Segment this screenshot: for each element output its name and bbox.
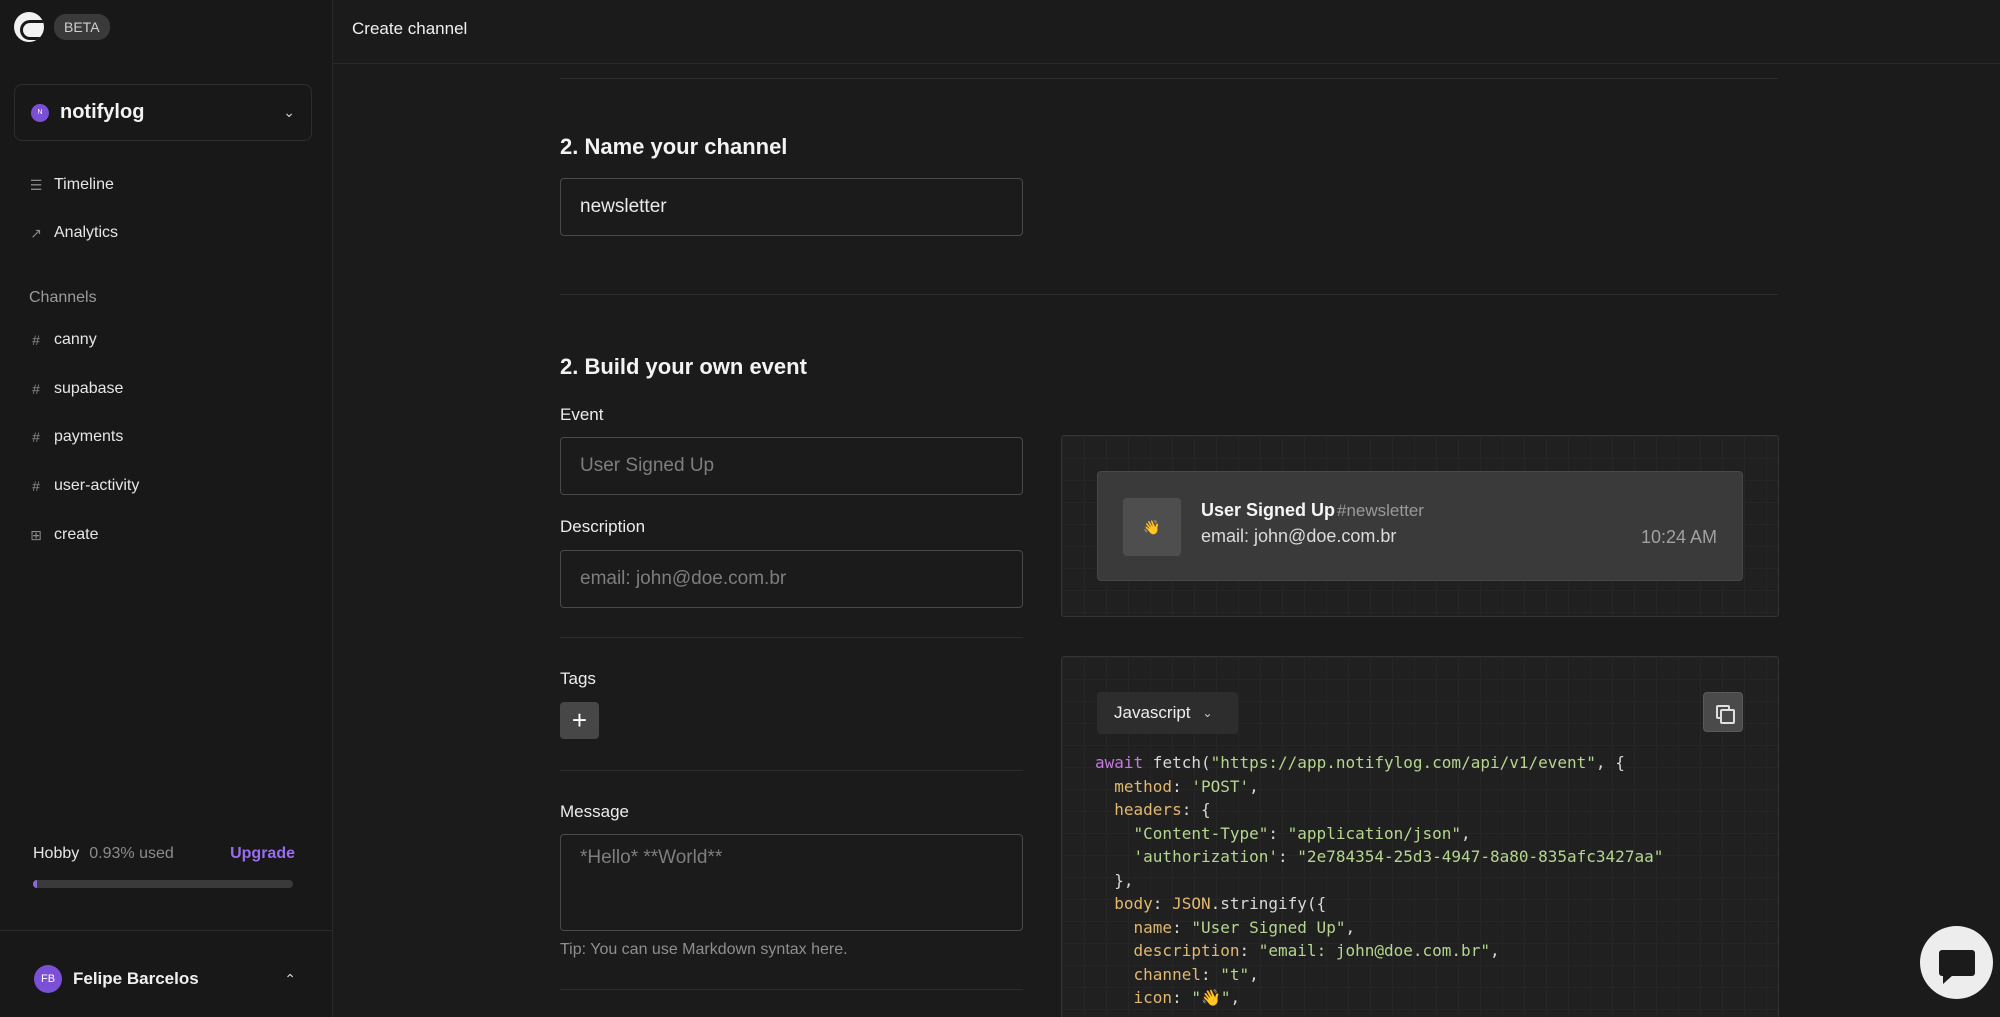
channels-heading: Channels	[29, 289, 97, 306]
sidebar-item-label: create	[54, 526, 99, 543]
plus-square-icon: ⊞	[30, 526, 42, 543]
event-preview-card: 👋 User Signed Up #newsletter email: john…	[1097, 471, 1743, 581]
sidebar-item-label: Analytics	[54, 224, 119, 241]
plan-name: Hobby	[33, 845, 80, 862]
copy-button[interactable]	[1703, 692, 1743, 732]
beta-badge: BETA	[54, 14, 110, 40]
sidebar-item-user-activity[interactable]: # user-activity	[28, 477, 139, 495]
layers-icon: ☰	[29, 176, 43, 193]
brand: BETA	[14, 12, 110, 42]
copy-icon	[1716, 705, 1735, 724]
message-label: Message	[560, 802, 629, 821]
chat-launcher-button[interactable]	[1920, 926, 1993, 999]
code-snippet[interactable]: await fetch("https://app.notifylog.com/a…	[1095, 751, 1663, 1010]
event-channel: #newsletter	[1337, 501, 1424, 520]
header: Create channel	[333, 0, 2000, 64]
hash-icon: #	[32, 478, 40, 494]
event-title: User Signed Up	[1201, 500, 1336, 520]
sidebar-item-label: payments	[54, 428, 124, 445]
message-textarea[interactable]: *Hello* **World**	[560, 834, 1023, 931]
divider	[560, 294, 1778, 295]
sidebar-item-analytics[interactable]: ↗ Analytics	[28, 224, 118, 242]
workspace-switcher[interactable]: N notifylog ⌄	[14, 84, 312, 141]
trend-icon: ↗	[30, 224, 42, 241]
markdown-tip: Tip: You can use Markdown syntax here.	[560, 941, 848, 958]
channel-name-input[interactable]: newsletter	[560, 178, 1023, 236]
description-input[interactable]: email: john@doe.com.br	[560, 550, 1023, 608]
chevron-down-icon: ⌄	[1202, 706, 1213, 720]
sidebar-item-payments[interactable]: # payments	[28, 428, 123, 446]
chevron-down-icon: ⌄	[283, 104, 295, 120]
section-title-name: 2. Name your channel	[560, 134, 788, 159]
user-menu[interactable]: FB Felipe Barcelos ⌃	[34, 965, 296, 993]
logo[interactable]	[14, 12, 44, 42]
sidebar-item-label: Timeline	[54, 176, 114, 193]
divider	[560, 637, 1023, 638]
event-time: 10:24 AM	[1640, 527, 1717, 547]
sidebar-item-create[interactable]: ⊞ create	[28, 526, 98, 544]
avatar: FB	[34, 965, 62, 993]
usage-bar-fill	[33, 880, 37, 888]
sidebar: BETA N notifylog ⌄ ☰ Timeline ↗ Analytic…	[0, 0, 333, 1017]
hash-icon: #	[32, 332, 40, 348]
section-title-event: 2. Build your own event	[560, 354, 807, 379]
workspace-avatar: N	[31, 103, 49, 122]
hash-icon: #	[32, 429, 40, 445]
sidebar-item-label: user-activity	[54, 477, 140, 494]
language-select[interactable]: Javascript ⌄	[1097, 692, 1238, 734]
divider	[560, 770, 1023, 771]
page-title: Create channel	[352, 19, 468, 38]
chat-icon	[1938, 949, 1975, 984]
sidebar-item-label: canny	[54, 331, 97, 348]
event-input[interactable]: User Signed Up	[560, 437, 1023, 495]
sidebar-item-label: supabase	[54, 380, 124, 397]
divider	[560, 78, 1778, 79]
hash-icon: #	[32, 381, 40, 397]
tags-label: Tags	[560, 669, 596, 688]
event-label: Event	[560, 405, 604, 424]
plan-usage: Hobby 0.93% used Upgrade	[33, 845, 295, 888]
chevron-up-icon: ⌃	[284, 970, 296, 987]
event-description: email: john@doe.com.br	[1201, 526, 1397, 546]
usage-bar	[33, 880, 293, 888]
sidebar-item-timeline[interactable]: ☰ Timeline	[28, 176, 114, 194]
upgrade-link[interactable]: Upgrade	[230, 845, 295, 863]
divider	[560, 989, 1023, 990]
add-tag-button[interactable]: +	[560, 702, 599, 739]
sidebar-item-supabase[interactable]: # supabase	[28, 380, 123, 398]
description-label: Description	[560, 517, 646, 536]
workspace-name: notifylog	[60, 101, 145, 123]
user-name: Felipe Barcelos	[73, 969, 199, 988]
divider	[0, 930, 333, 931]
sidebar-item-canny[interactable]: # canny	[28, 331, 97, 349]
language-label: Javascript	[1114, 703, 1191, 722]
plan-used: 0.93% used	[89, 845, 174, 862]
waving-hand-icon: 👋	[1123, 498, 1181, 556]
